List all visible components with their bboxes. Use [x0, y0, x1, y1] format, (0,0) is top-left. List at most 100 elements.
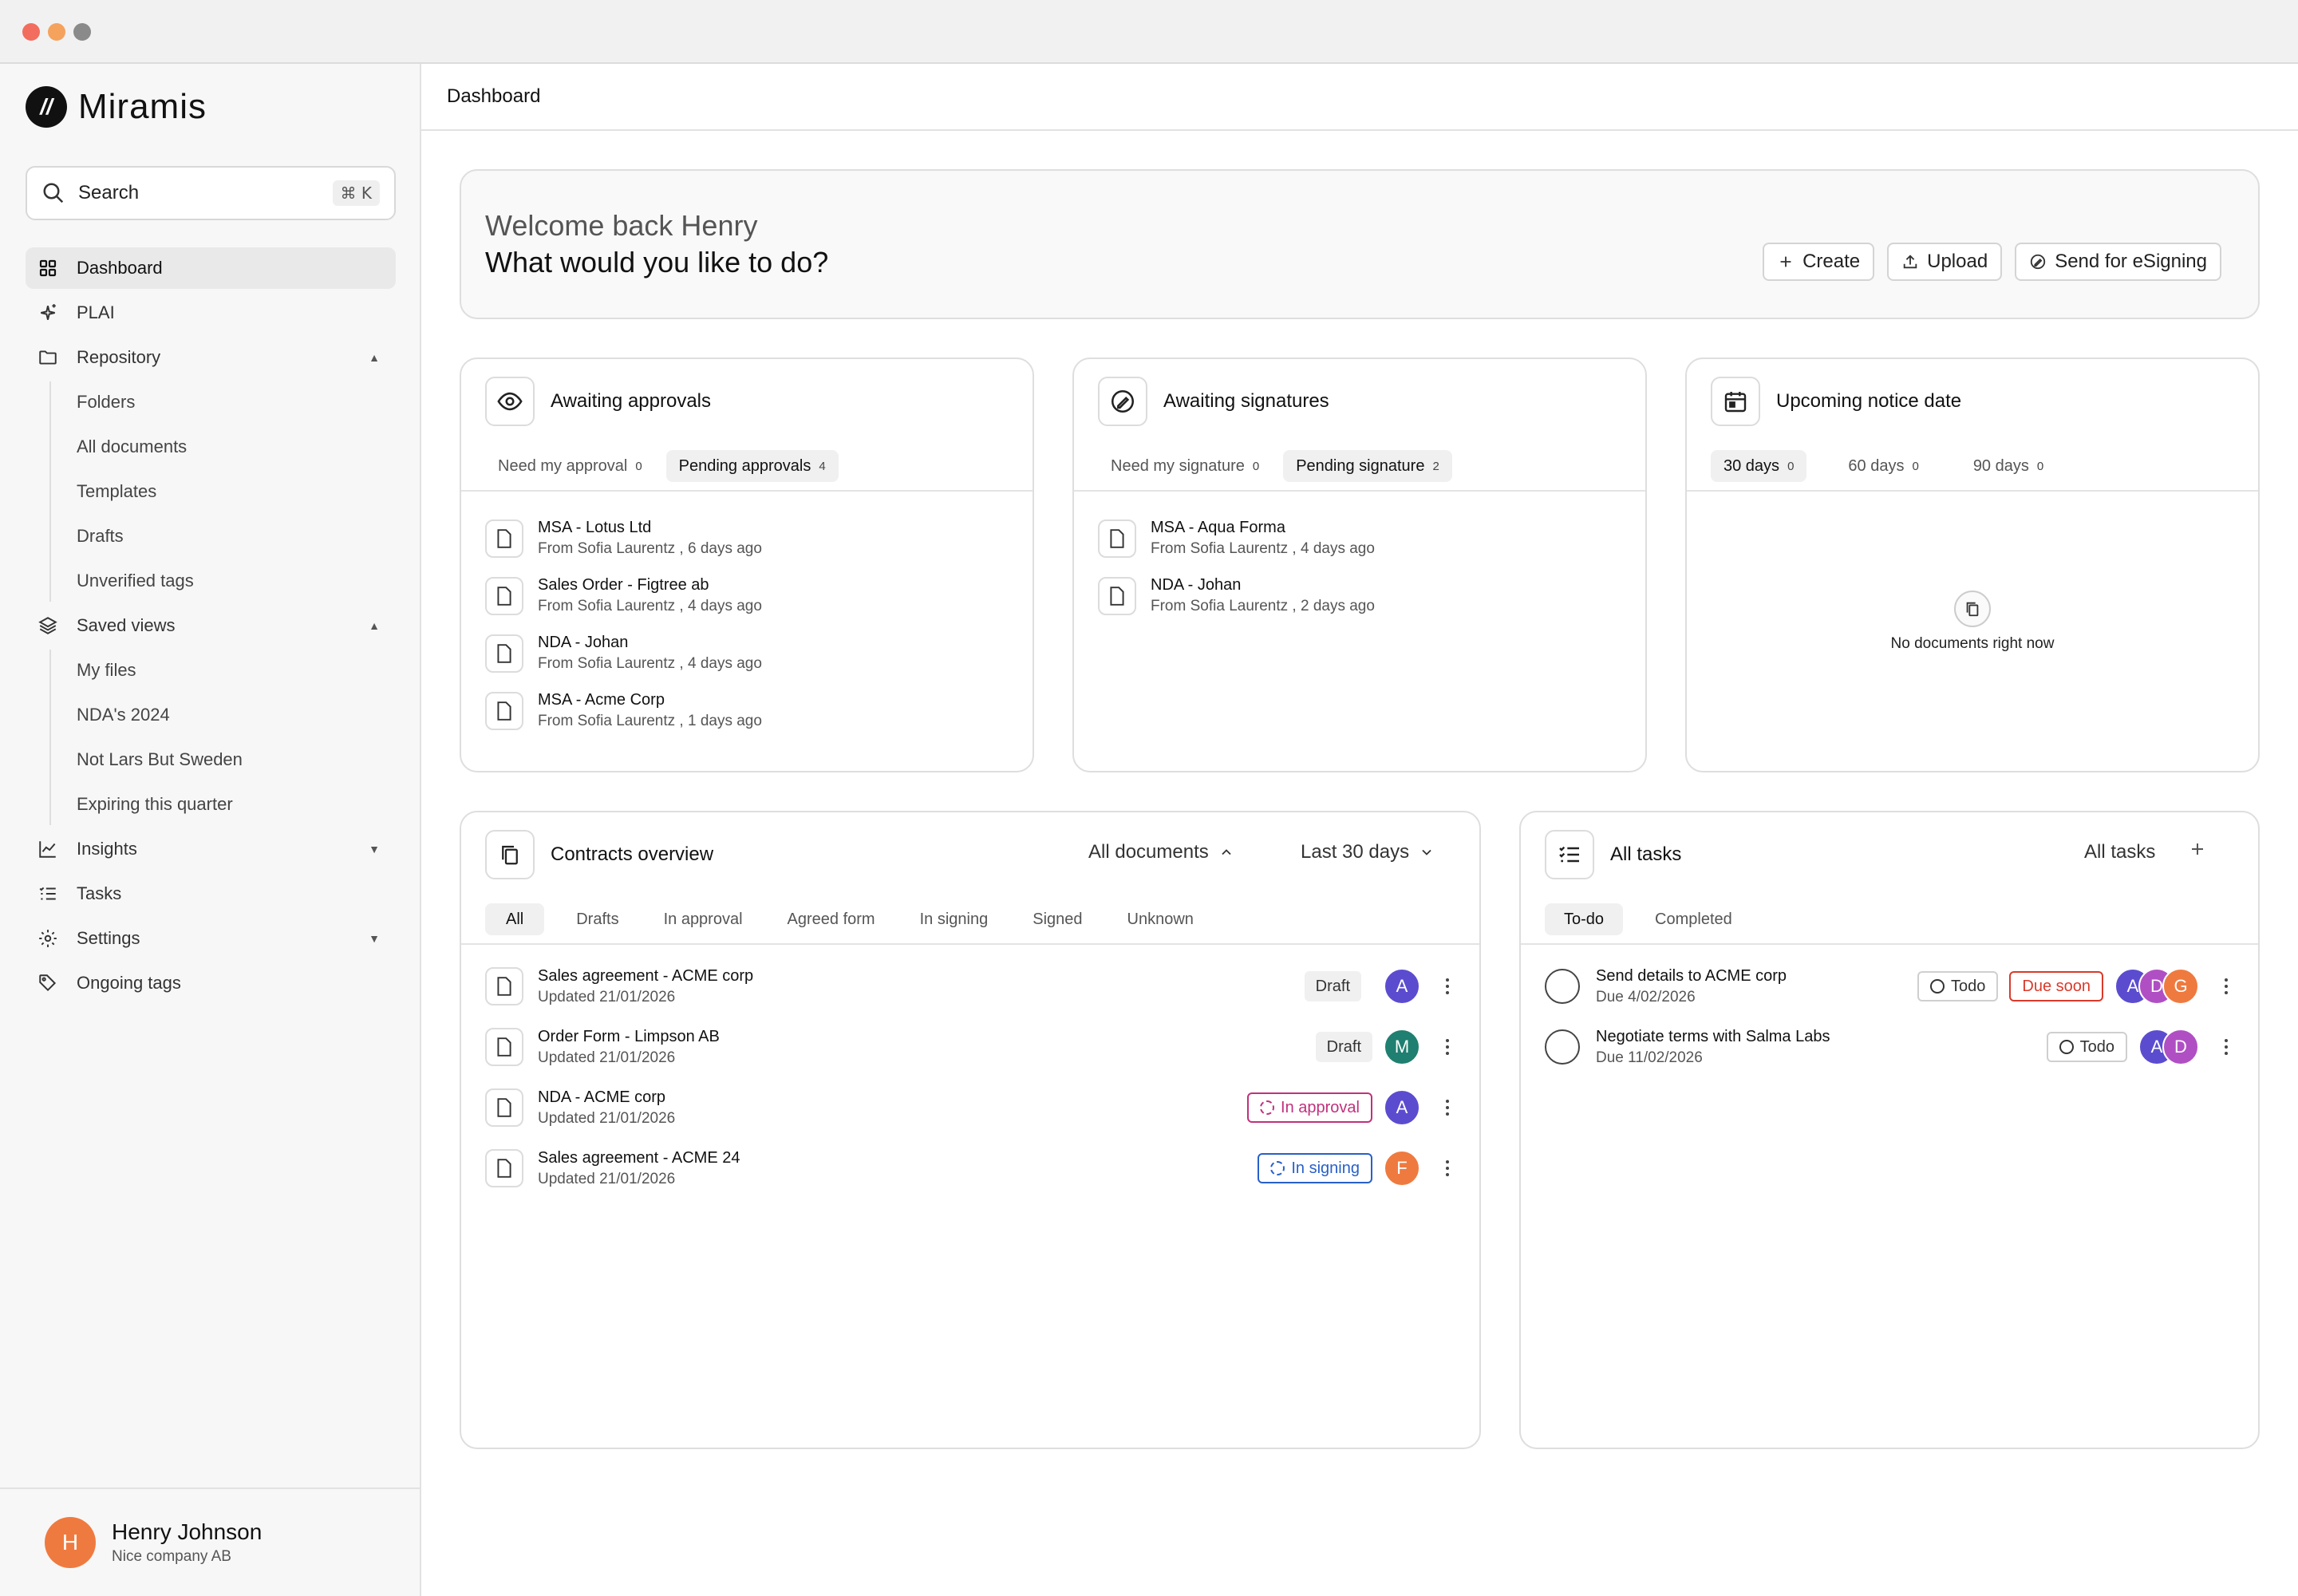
list-item[interactable]: MSA - Acme Corp From Sofia Laurentz , 1 d… — [485, 691, 762, 730]
list-item[interactable]: NDA - Johan From Sofia Laurentz , 2 days … — [1098, 576, 1375, 615]
create-button[interactable]: Create — [1763, 243, 1875, 281]
all-tasks-card: All tasks All tasks To-do Completed Send… — [1519, 811, 2260, 1449]
saved-views-subnav: My files NDA's 2024 Not Lars But Sweden … — [49, 650, 396, 825]
welcome-greeting: Welcome back Henry — [485, 209, 758, 242]
sidebar-item-unverified-tags[interactable]: Unverified tags — [77, 560, 396, 602]
document-filter-dropdown[interactable]: All documents — [1088, 841, 1234, 863]
table-row[interactable]: Sales agreement - ACME corp Updated 21/01… — [485, 962, 1455, 1010]
chevron-up-icon[interactable]: ▲ — [369, 619, 380, 632]
chevron-down-icon[interactable]: ▼ — [369, 843, 380, 855]
sidebar-item-settings[interactable]: Settings ▼ — [26, 918, 396, 959]
file-icon — [485, 519, 523, 558]
maximize-window-button[interactable] — [73, 23, 91, 41]
more-options-icon[interactable] — [1439, 1039, 1455, 1055]
tab-in-signing[interactable]: In signing — [907, 903, 1001, 935]
task-row[interactable]: Send details to ACME corp Due 4/02/2026 T… — [1545, 962, 2234, 1010]
tab-90-days[interactable]: 90 days 0 — [1960, 450, 2056, 482]
avatar[interactable]: A — [1384, 1089, 1420, 1126]
status-badge: In signing — [1258, 1153, 1372, 1183]
avatar[interactable]: F — [1384, 1150, 1420, 1187]
sidebar-item-saved-views[interactable]: Saved views ▲ — [26, 605, 396, 646]
file-icon — [485, 967, 523, 1005]
brand-name: Miramis — [78, 87, 207, 126]
sidebar-item-label: PLAI — [77, 302, 115, 322]
avatar[interactable]: M — [1384, 1029, 1420, 1065]
sidebar-item-templates[interactable]: Templates — [77, 471, 396, 512]
sidebar-item-not-lars-but-sweden[interactable]: Not Lars But Sweden — [77, 739, 396, 780]
table-row[interactable]: Order Form - Limpson AB Updated 21/01/202… — [485, 1023, 1455, 1071]
task-filter-dropdown[interactable]: All tasks — [2084, 841, 2155, 863]
sidebar-item-drafts[interactable]: Drafts — [77, 516, 396, 557]
upload-button[interactable]: Upload — [1887, 243, 2003, 281]
assignee-avatars[interactable]: A D — [2138, 1029, 2199, 1065]
assignee-avatars[interactable]: A D G — [2114, 968, 2199, 1005]
tasks-icon — [37, 883, 59, 905]
sidebar-item-label: Settings — [77, 928, 140, 948]
send-for-esigning-button[interactable]: Send for eSigning — [2015, 243, 2221, 281]
brand-logo[interactable]: // Miramis — [26, 86, 207, 128]
upload-icon — [1903, 255, 1917, 269]
sidebar-item-insights[interactable]: Insights ▼ — [26, 828, 396, 870]
task-row[interactable]: Negotiate terms with Salma Labs Due 11/02… — [1545, 1023, 2234, 1071]
tab-30-days[interactable]: 30 days 0 — [1711, 450, 1807, 482]
sidebar-item-plai[interactable]: PLAI — [26, 292, 396, 334]
file-icon — [1098, 519, 1136, 558]
tab-all[interactable]: All — [485, 903, 545, 935]
sidebar-item-folders[interactable]: Folders — [77, 381, 396, 423]
sidebar-item-repository[interactable]: Repository ▲ — [26, 337, 396, 378]
add-task-button[interactable] — [2188, 839, 2207, 859]
tab-need-my-signature[interactable]: Need my signature 0 — [1098, 450, 1272, 482]
tab-pending-approvals[interactable]: Pending approvals 4 — [665, 450, 839, 482]
sidebar-item-all-documents[interactable]: All documents — [77, 426, 396, 468]
copy-icon — [485, 830, 535, 879]
period-dropdown[interactable]: Last 30 days — [1301, 841, 1435, 863]
sidebar-item-my-files[interactable]: My files — [77, 650, 396, 691]
minimize-window-button[interactable] — [48, 23, 65, 41]
tab-unknown[interactable]: Unknown — [1115, 903, 1206, 935]
search-box[interactable]: Search ⌘ K — [26, 166, 396, 220]
empty-message: No documents right now — [1890, 635, 2055, 652]
sidebar-item-expiring-this-quarter[interactable]: Expiring this quarter — [77, 784, 396, 825]
copy-icon — [1954, 591, 1991, 627]
avatar[interactable]: A — [1384, 968, 1420, 1005]
layers-icon — [37, 614, 59, 637]
more-options-icon[interactable] — [1439, 1160, 1455, 1176]
task-checkbox[interactable] — [1545, 1029, 1580, 1065]
tab-agreed-form[interactable]: Agreed form — [775, 903, 888, 935]
more-options-icon[interactable] — [2218, 1039, 2234, 1055]
tab-to-do[interactable]: To-do — [1545, 903, 1624, 935]
tab-pending-signature[interactable]: Pending signature 2 — [1283, 450, 1452, 482]
tab-60-days[interactable]: 60 days 0 — [1835, 450, 1931, 482]
tab-drafts[interactable]: Drafts — [563, 903, 631, 935]
sidebar-item-ndas-2024[interactable]: NDA's 2024 — [77, 694, 396, 736]
tab-completed[interactable]: Completed — [1642, 903, 1745, 935]
sidebar-item-tasks[interactable]: Tasks — [26, 873, 396, 915]
chevron-up-icon[interactable]: ▲ — [369, 351, 380, 364]
list-item[interactable]: MSA - Aqua Forma From Sofia Laurentz , 4 … — [1098, 519, 1375, 558]
task-checkbox[interactable] — [1545, 969, 1580, 1004]
pen-icon — [1098, 377, 1147, 426]
sidebar-item-dashboard[interactable]: Dashboard — [26, 247, 396, 289]
list-item[interactable]: MSA - Lotus Ltd From Sofia Laurentz , 6 d… — [485, 519, 762, 558]
chevron-down-icon[interactable]: ▼ — [369, 932, 380, 945]
search-icon — [43, 183, 64, 203]
user-profile[interactable]: H Henry Johnson Nice company AB — [0, 1487, 421, 1596]
sidebar-item-ongoing-tags[interactable]: Ongoing tags — [26, 962, 396, 1004]
close-window-button[interactable] — [22, 23, 40, 41]
tab-signed[interactable]: Signed — [1020, 903, 1095, 935]
list-item[interactable]: Sales Order - Figtree ab From Sofia Laure… — [485, 576, 762, 615]
card-title: All tasks — [1610, 843, 1682, 865]
sidebar: // Miramis Search ⌘ K Dashboard PLAI Rep… — [0, 64, 421, 1596]
tab-need-my-approval[interactable]: Need my approval 0 — [485, 450, 655, 482]
card-title: Awaiting approvals — [551, 390, 712, 412]
contracts-overview-card: Contracts overview All documents Last 30… — [460, 811, 1481, 1449]
file-icon — [485, 1028, 523, 1066]
page-title: Dashboard — [421, 64, 2298, 131]
table-row[interactable]: Sales agreement - ACME 24 Updated 21/01/2… — [485, 1144, 1455, 1192]
more-options-icon[interactable] — [1439, 978, 1455, 994]
more-options-icon[interactable] — [2218, 978, 2234, 994]
list-item[interactable]: NDA - Johan From Sofia Laurentz , 4 days … — [485, 634, 762, 673]
tab-in-approval[interactable]: In approval — [651, 903, 756, 935]
more-options-icon[interactable] — [1439, 1100, 1455, 1116]
table-row[interactable]: NDA - ACME corp Updated 21/01/2026 In app… — [485, 1084, 1455, 1132]
